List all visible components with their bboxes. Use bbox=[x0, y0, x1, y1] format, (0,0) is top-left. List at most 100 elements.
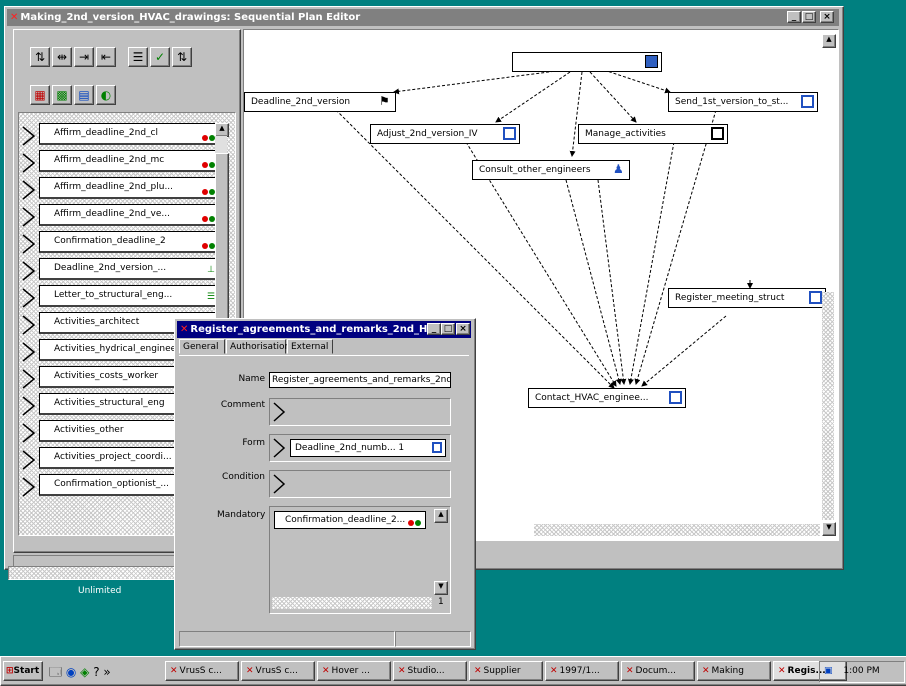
form-icon[interactable]: ▤ bbox=[74, 85, 94, 105]
cycle-icon[interactable]: ◐ bbox=[96, 85, 116, 105]
form-icon bbox=[711, 127, 724, 140]
taskbar-button[interactable]: ✕ Studio... bbox=[393, 661, 467, 681]
mandatory-list[interactable]: Confirmation_deadline_2... ▲ ▼ 1 bbox=[269, 506, 451, 614]
taskbar-button[interactable]: ✕ Making bbox=[697, 661, 771, 681]
dialog-titlebar[interactable]: ✕ Register_agreements_and_remarks_2nd_H..… bbox=[177, 321, 471, 338]
main-window-title: Making_2nd_version_HVAC_drawings: Sequen… bbox=[20, 12, 361, 23]
app-logo-icon: ✕ bbox=[180, 324, 189, 335]
taskbar-button[interactable]: ✕ 1997/1... bbox=[545, 661, 619, 681]
mandatory-count: 1 bbox=[438, 597, 444, 607]
align-top-icon[interactable]: ⇅ bbox=[30, 47, 50, 67]
align-middle-icon[interactable]: ⇹ bbox=[52, 47, 72, 67]
item-arrow-icon bbox=[22, 341, 36, 363]
dialog-close-button[interactable]: × bbox=[456, 323, 470, 335]
dialog-maximize-button[interactable]: □ bbox=[441, 323, 455, 335]
minimize-button[interactable]: _ bbox=[787, 11, 801, 23]
chart-icon: ⊥ bbox=[207, 265, 215, 275]
quick-launch: 🗔 ◉ ◈ ? » bbox=[49, 663, 159, 679]
item-arrow-icon bbox=[22, 287, 36, 309]
start-button[interactable]: ⊞Start bbox=[3, 661, 43, 681]
properties-dialog: ✕ Register_agreements_and_remarks_2nd_H..… bbox=[174, 318, 476, 650]
node-deadline[interactable]: Deadline_2nd_version ⚑ bbox=[244, 92, 396, 112]
tab-external[interactable]: External bbox=[287, 339, 333, 354]
tab-authorisation[interactable]: Authorisation bbox=[226, 339, 290, 354]
comment-field[interactable] bbox=[269, 398, 451, 426]
browser-icon[interactable]: ◉ bbox=[66, 665, 76, 679]
dialog-minimize-button[interactable]: _ bbox=[427, 323, 441, 335]
node-consult[interactable]: Consult_other_engineers ♟ bbox=[472, 160, 630, 180]
tray-icon[interactable]: ▣ bbox=[824, 666, 833, 676]
app-icon: ✕ bbox=[626, 666, 634, 676]
align-center-icon[interactable]: ⇤ bbox=[96, 47, 116, 67]
more-icon[interactable]: » bbox=[103, 665, 110, 679]
node-register[interactable]: Register_meeting_struct bbox=[668, 288, 826, 308]
maximize-button[interactable]: □ bbox=[802, 11, 816, 23]
name-input[interactable]: Register_agreements_and_remarks_2nd_ bbox=[269, 372, 451, 388]
tiles-icon[interactable]: ▩ bbox=[52, 85, 72, 105]
people-icon: ♟ bbox=[613, 162, 624, 176]
list-icon[interactable]: ☰ bbox=[128, 47, 148, 67]
mandatory-item[interactable]: Confirmation_deadline_2... bbox=[274, 511, 426, 529]
list-scroll-up[interactable]: ▲ bbox=[215, 123, 229, 137]
table-icon bbox=[645, 55, 658, 68]
list-item[interactable]: Affirm_deadline_2nd_mc bbox=[39, 150, 225, 172]
mandatory-scroll-up[interactable]: ▲ bbox=[434, 509, 448, 523]
canvas-hscroll-track[interactable] bbox=[534, 524, 820, 536]
sort-icon[interactable]: ⇅ bbox=[172, 47, 192, 67]
taskbar-button[interactable]: ✕ Supplier bbox=[469, 661, 543, 681]
app-icon: ✕ bbox=[322, 666, 330, 676]
canvas-scroll-down[interactable]: ▼ bbox=[822, 522, 836, 536]
list-icon bbox=[801, 95, 814, 108]
form-item[interactable]: Deadline_2nd_numb... 1 bbox=[290, 439, 446, 457]
clock: 1:00 PM bbox=[843, 666, 880, 676]
dialog-tabs: General Authorisation External bbox=[179, 339, 469, 355]
taskbar-button[interactable]: ✕ Hover ... bbox=[317, 661, 391, 681]
mandatory-scroll-down[interactable]: ▼ bbox=[434, 581, 448, 595]
node-adjust[interactable]: Adjust_2nd_version_IV bbox=[370, 124, 520, 144]
form-label: Form bbox=[242, 438, 265, 448]
network-icon[interactable]: ◈ bbox=[80, 665, 89, 679]
dialog-status-bar-right bbox=[395, 631, 471, 647]
main-window-titlebar[interactable]: ✕ Making_2nd_version_HVAC_drawings: Seque… bbox=[7, 9, 839, 26]
dialog-body: Name Register_agreements_and_remarks_2nd… bbox=[179, 355, 469, 630]
list-item[interactable]: Affirm_deadline_2nd_ve... bbox=[39, 204, 225, 226]
list-item[interactable]: Affirm_deadline_2nd_cl bbox=[39, 123, 225, 145]
node-send[interactable]: Send_1st_version_to_st... bbox=[668, 92, 818, 112]
unlimited-label: Unlimited bbox=[78, 586, 122, 596]
canvas-scroll-up[interactable]: ▲ bbox=[822, 34, 836, 48]
status-dots-icon bbox=[201, 184, 215, 197]
form-field[interactable]: Deadline_2nd_numb... 1 bbox=[269, 434, 451, 462]
app-icon: ✕ bbox=[474, 666, 482, 676]
play-arrow-icon bbox=[273, 438, 286, 458]
list-item[interactable]: Confirmation_deadline_2 bbox=[39, 231, 225, 253]
condition-field[interactable] bbox=[269, 470, 451, 498]
tab-general[interactable]: General bbox=[179, 339, 225, 354]
taskbar: ⊞Start 🗔 ◉ ◈ ? » ✕ VrusS c... ✕ VrusS c... ✕… bbox=[0, 656, 906, 686]
windows-logo-icon: ⊞ bbox=[6, 666, 14, 676]
item-arrow-icon bbox=[22, 395, 36, 417]
node-contact[interactable]: Contact_HVAC_enginee... bbox=[528, 388, 686, 408]
taskbar-button[interactable]: ✕ VrusS c... bbox=[241, 661, 315, 681]
help-icon[interactable]: ? bbox=[93, 665, 99, 679]
list-item[interactable]: Affirm_deadline_2nd_plu... bbox=[39, 177, 225, 199]
comment-label: Comment bbox=[220, 400, 265, 410]
grid-icon[interactable]: ▦ bbox=[30, 85, 50, 105]
app-icon: ✕ bbox=[778, 666, 786, 676]
item-arrow-icon bbox=[22, 260, 36, 282]
desktop-icon[interactable]: 🗔 bbox=[49, 665, 62, 679]
node-top[interactable] bbox=[512, 52, 662, 72]
item-arrow-icon bbox=[22, 152, 36, 174]
check-icon[interactable]: ✓ bbox=[150, 47, 170, 67]
mandatory-hscroll[interactable] bbox=[272, 597, 432, 609]
item-arrow-icon bbox=[22, 368, 36, 390]
taskbar-button[interactable]: ✕ Docum... bbox=[621, 661, 695, 681]
close-button[interactable]: × bbox=[820, 11, 834, 23]
play-arrow-icon bbox=[273, 474, 286, 494]
align-left-icon[interactable]: ⇥ bbox=[74, 47, 94, 67]
taskbar-button[interactable]: ✕ VrusS c... bbox=[165, 661, 239, 681]
list-item[interactable]: Deadline_2nd_version_... ⊥ bbox=[39, 258, 225, 280]
node-manage[interactable]: Manage_activities bbox=[578, 124, 728, 144]
app-icon: ✕ bbox=[550, 666, 558, 676]
list-item[interactable]: Letter_to_structural_eng... ☰ bbox=[39, 285, 225, 307]
canvas-vscroll-track[interactable] bbox=[822, 292, 834, 520]
